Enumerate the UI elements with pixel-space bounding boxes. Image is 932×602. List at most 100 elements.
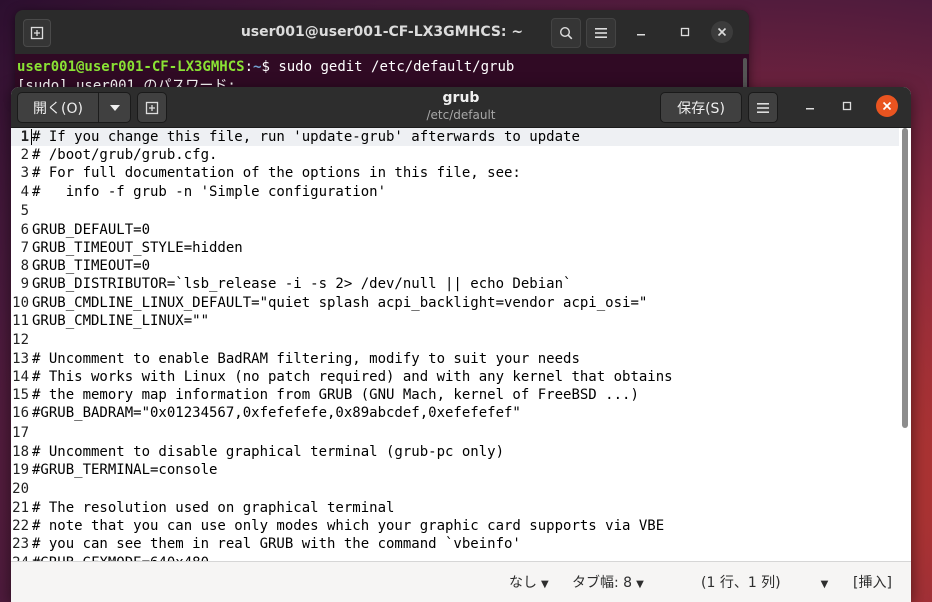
line-text: GRUB_TIMEOUT=0	[32, 258, 151, 275]
line-text: GRUB_DISTRIBUTOR=`lsb_release -i -s 2> /…	[32, 276, 572, 293]
editor-line[interactable]: 17	[11, 423, 899, 443]
editor-line[interactable]: 1 # If you change this file, run 'update-…	[11, 128, 899, 147]
editor-line[interactable]: 8 GRUB_TIMEOUT=0	[11, 257, 899, 275]
line-number: 12	[12, 331, 29, 348]
line-number: 13	[12, 350, 29, 367]
gedit-window[interactable]: 開く(O) grub /etc/default 保存(S) 1 # If you…	[11, 87, 911, 602]
minimize-icon	[637, 34, 645, 36]
editor-line[interactable]: 12	[11, 330, 899, 350]
line-text: GRUB_DEFAULT=0	[32, 221, 151, 238]
line-text: # This works with Linux (no patch requir…	[32, 369, 673, 386]
text-cursor	[31, 129, 32, 145]
line-number: 3	[20, 165, 29, 182]
gedit-minimize-button[interactable]	[799, 95, 821, 117]
line-number: 6	[20, 221, 29, 238]
line-text: #GRUB_TERMINAL=console	[32, 461, 218, 478]
editor-line[interactable]: 16 #GRUB_BADRAM="0x01234567,0xfefefefe,0x…	[11, 404, 899, 422]
gedit-headerbar[interactable]: 開く(O) grub /etc/default 保存(S)	[11, 87, 911, 128]
tab-width-selector[interactable]: タブ幅: 8 ▼	[572, 572, 644, 592]
editor-line[interactable]: 19 #GRUB_TERMINAL=console	[11, 461, 899, 479]
line-text: GRUB_CMDLINE_LINUX=""	[32, 312, 210, 329]
terminal-new-tab-button[interactable]	[23, 19, 51, 47]
terminal-prompt-line: user001@user001-CF-LX3GMHCS:~$ sudo gedi…	[17, 58, 749, 77]
editor-line[interactable]: 13 # Uncomment to enable BadRAM filtering…	[11, 350, 899, 368]
line-text: # For full documentation of the options …	[32, 165, 521, 182]
terminal-close-button[interactable]	[711, 21, 733, 43]
editor-line[interactable]: 4 # info -f grub -n 'Simple configuration…	[11, 183, 899, 201]
line-text: # The resolution used on graphical termi…	[32, 500, 395, 516]
terminal-search-button[interactable]	[551, 18, 581, 48]
line-number: 18	[12, 443, 29, 460]
gedit-maximize-button[interactable]	[836, 95, 858, 117]
terminal-maximize-button[interactable]	[671, 18, 699, 46]
editor-line[interactable]: 3 # For full documentation of the options…	[11, 164, 899, 182]
line-text: # If you change this file, run 'update-g…	[32, 129, 580, 145]
editor-line[interactable]: 6 GRUB_DEFAULT=0	[11, 221, 899, 239]
line-text: # note that you can use only modes which…	[32, 518, 665, 535]
editor-line[interactable]: 10 GRUB_CMDLINE_LINUX_DEFAULT="quiet spla…	[11, 294, 899, 312]
terminal-minimize-button[interactable]	[627, 18, 655, 46]
line-number: 20	[12, 481, 29, 497]
editor-line[interactable]: 15 # the memory map information from GRUB…	[11, 386, 899, 404]
text-editor[interactable]: 1 # If you change this file, run 'update-…	[11, 128, 899, 562]
syntax-label: なし	[509, 575, 537, 591]
search-icon	[559, 26, 573, 40]
chevron-down-icon: ▼	[541, 579, 549, 590]
line-number: 9	[20, 276, 29, 293]
editor-line[interactable]: 7 GRUB_TIMEOUT_STYLE=hidden	[11, 239, 899, 257]
cursor-position-label: (1 行、1 列)	[701, 575, 781, 591]
chevron-down-icon: ▼	[636, 579, 644, 590]
line-text: # the memory map information from GRUB (…	[32, 387, 639, 404]
editor-line[interactable]: 23 # you can see them in real GRUB with t…	[11, 535, 899, 553]
terminal-command: sudo gedit /etc/default/grub	[278, 59, 515, 75]
line-text: # Uncomment to disable graphical termina…	[32, 443, 505, 460]
hamburger-icon	[757, 102, 769, 113]
editor-line[interactable]: 9 GRUB_DISTRIBUTOR=`lsb_release -i -s 2> …	[11, 275, 899, 293]
editor-line[interactable]: 11 GRUB_CMDLINE_LINUX=""	[11, 312, 899, 330]
editor-line[interactable]: 2 # /boot/grub/grub.cfg.	[11, 146, 899, 164]
gedit-close-button[interactable]	[876, 95, 898, 117]
prompt-dollar: $	[261, 59, 279, 75]
line-number: 1	[20, 129, 29, 145]
editor-line[interactable]: 22 # note that you can use only modes whi…	[11, 517, 899, 535]
line-text: # you can see them in real GRUB with the…	[32, 536, 521, 553]
line-number: 14	[12, 369, 29, 386]
maximize-icon	[842, 101, 852, 111]
syntax-selector[interactable]: なし ▼	[509, 572, 549, 592]
cursor-position-selector[interactable]: (1 行、1 列) ▼	[701, 572, 828, 592]
line-number: 11	[12, 312, 29, 329]
tab-width-label: タブ幅: 8	[572, 575, 633, 591]
terminal-titlebar[interactable]: user001@user001-CF-LX3GMHCS: ~	[15, 10, 749, 54]
editor-line[interactable]: 5	[11, 201, 899, 221]
editor-scrollbar[interactable]	[902, 128, 908, 428]
line-number: 16	[12, 405, 29, 422]
save-button[interactable]: 保存(S)	[660, 92, 742, 123]
close-icon	[717, 27, 727, 37]
line-number: 23	[12, 536, 29, 553]
editor-line[interactable]: 14 # This works with Linux (no patch requ…	[11, 368, 899, 386]
editor-line[interactable]: 20	[11, 479, 899, 499]
line-text: # Uncomment to enable BadRAM filtering, …	[32, 350, 580, 367]
statusbar: なし ▼ タブ幅: 8 ▼ (1 行、1 列) ▼ [挿入]	[11, 561, 911, 602]
close-icon	[882, 101, 892, 111]
editor-line[interactable]: 21 # The resolution used on graphical ter…	[11, 499, 899, 517]
line-number: 2	[20, 147, 29, 164]
line-number: 8	[20, 258, 29, 275]
line-text: GRUB_CMDLINE_LINUX_DEFAULT="quiet splash…	[32, 294, 648, 311]
line-text: # /boot/grub/grub.cfg.	[32, 147, 218, 164]
editor-line[interactable]: 18 # Uncomment to disable graphical termi…	[11, 443, 899, 461]
line-number: 4	[20, 183, 29, 200]
prompt-user: user001@user001-CF-LX3GMHCS	[17, 59, 245, 75]
hamburger-icon	[595, 28, 607, 38]
gedit-menu-button[interactable]	[748, 92, 778, 123]
line-text: #GRUB_BADRAM="0x01234567,0xfefefefe,0x89…	[32, 405, 521, 422]
prompt-separator: :	[244, 59, 254, 75]
minimize-icon	[806, 108, 814, 110]
line-number: 5	[20, 202, 29, 219]
line-number: 22	[12, 518, 29, 535]
line-number: 10	[12, 294, 29, 311]
insert-mode-indicator[interactable]: [挿入]	[853, 572, 892, 592]
terminal-menu-button[interactable]	[586, 18, 616, 48]
new-tab-icon	[30, 26, 44, 40]
line-number: 21	[12, 500, 29, 516]
